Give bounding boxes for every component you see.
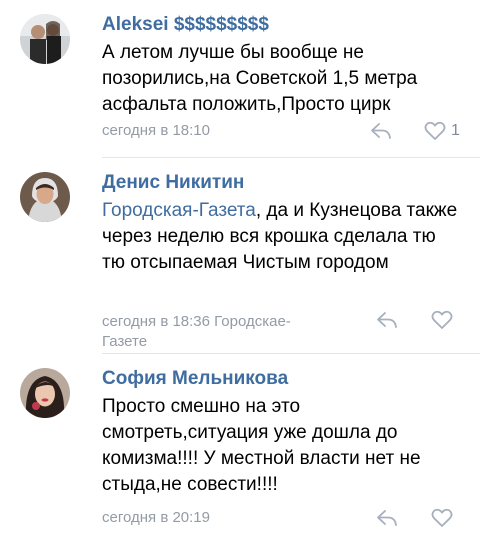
like-count: 1 [451,122,460,139]
comment-timestamp[interactable]: сегодня в 18:36 Городскае-Газете [102,312,332,352]
avatar[interactable] [20,172,70,222]
comment-author[interactable]: Денис Никитин [102,172,244,194]
user-photo-icon [20,368,70,418]
reply-icon[interactable] [376,509,398,527]
comment-author[interactable]: Aleksei $$$$$$$$$ [102,14,269,36]
mention-link[interactable]: Городская-Газета [102,200,256,221]
comment-item: Aleksei $$$$$$$$$ А летом лучше бы вообщ… [0,0,480,158]
avatar[interactable] [20,14,70,64]
like-heart-icon[interactable] [431,310,453,330]
comment-text: Просто смешно на это смотреть,ситуация у… [102,396,421,495]
comment-text: Городская-Газета, да и Кузнецова также ч… [102,198,462,276]
user-photo-icon [20,14,70,64]
comment-item: София Мельникова Просто смешно на это см… [0,354,480,550]
comment-timestamp[interactable]: сегодня в 18:10 [102,121,332,141]
comment-text: А летом лучше бы вообще не позорились,на… [102,42,418,115]
avatar[interactable] [20,368,70,418]
comment-item: Денис Никитин Городская-Газета, да и Куз… [0,158,480,354]
reply-icon[interactable] [376,311,398,329]
reply-icon[interactable] [370,122,392,140]
user-photo-icon [20,172,70,222]
comment-author[interactable]: София Мельникова [102,368,288,390]
comment-timestamp[interactable]: сегодня в 20:19 [102,508,332,528]
like-heart-icon[interactable] [424,121,446,141]
like-heart-icon[interactable] [431,508,453,528]
